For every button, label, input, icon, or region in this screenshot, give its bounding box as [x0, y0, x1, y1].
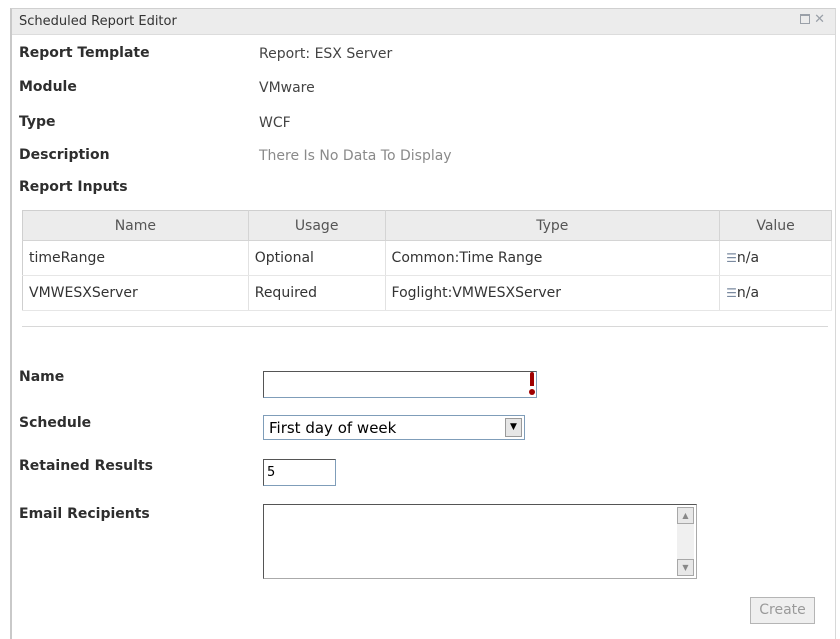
close-icon[interactable]: ✕	[814, 12, 829, 27]
retained-results-label: Retained Results	[19, 458, 153, 474]
list-edit-icon[interactable]: ☰	[726, 286, 737, 300]
section-divider	[22, 326, 828, 327]
textarea-scrollbar[interactable]: ▲ ▼	[677, 507, 694, 576]
column-header-type[interactable]: Type	[385, 210, 721, 241]
chevron-down-icon[interactable]: ▼	[505, 418, 522, 437]
retained-results-input[interactable]	[263, 459, 336, 486]
column-header-name[interactable]: Name	[22, 210, 249, 241]
cell-type: Common:Time Range	[385, 240, 721, 276]
cell-name: VMWESXServer	[22, 275, 249, 311]
module-value: VMware	[259, 80, 315, 96]
module-label: Module	[19, 79, 77, 95]
report-template-value: Report: ESX Server	[259, 46, 393, 62]
schedule-label: Schedule	[19, 415, 92, 431]
cell-value[interactable]: ☰n/a	[719, 275, 832, 311]
email-recipients-textarea[interactable]: ▲ ▼	[263, 504, 697, 579]
table-row[interactable]: VMWESXServer Required Foglight:VMWESXSer…	[22, 275, 832, 311]
window-controls: ✕	[800, 12, 829, 27]
type-value: WCF	[259, 115, 291, 131]
cell-type: Foglight:VMWESXServer	[385, 275, 721, 311]
name-input[interactable]	[263, 371, 537, 398]
cell-name: timeRange	[22, 240, 249, 276]
scheduled-report-editor-dialog: Scheduled Report Editor ✕ Report Templat…	[10, 8, 836, 639]
report-inputs-label: Report Inputs	[19, 179, 128, 195]
restore-icon[interactable]	[800, 12, 814, 27]
table-header-row: Name Usage Type Value	[22, 210, 832, 241]
dialog-titlebar: Scheduled Report Editor ✕	[12, 9, 835, 35]
column-header-usage[interactable]: Usage	[248, 210, 386, 241]
required-exclamation-icon	[529, 372, 535, 397]
schedule-selected-value: First day of week	[269, 419, 397, 437]
name-label: Name	[19, 369, 65, 385]
column-header-value[interactable]: Value	[719, 210, 832, 241]
cell-usage: Required	[248, 275, 386, 311]
schedule-select[interactable]: First day of week ▼	[263, 415, 525, 440]
list-edit-icon[interactable]: ☰	[726, 251, 737, 265]
cell-value[interactable]: ☰n/a	[719, 240, 832, 276]
scroll-up-icon[interactable]: ▲	[677, 507, 694, 524]
dialog-title: Scheduled Report Editor	[19, 14, 177, 29]
cell-value-text: n/a	[736, 250, 760, 266]
report-inputs-table: Name Usage Type Value timeRange Optional…	[22, 210, 832, 311]
email-recipients-label: Email Recipients	[19, 506, 150, 522]
type-label: Type	[19, 114, 56, 130]
report-template-label: Report Template	[19, 45, 150, 61]
cell-value-text: n/a	[736, 285, 760, 301]
scroll-down-icon[interactable]: ▼	[677, 559, 694, 576]
cell-usage: Optional	[248, 240, 386, 276]
table-row[interactable]: timeRange Optional Common:Time Range ☰n/…	[22, 240, 832, 276]
create-button[interactable]: Create	[750, 597, 815, 624]
description-label: Description	[19, 147, 110, 163]
description-value: There Is No Data To Display	[259, 148, 452, 164]
